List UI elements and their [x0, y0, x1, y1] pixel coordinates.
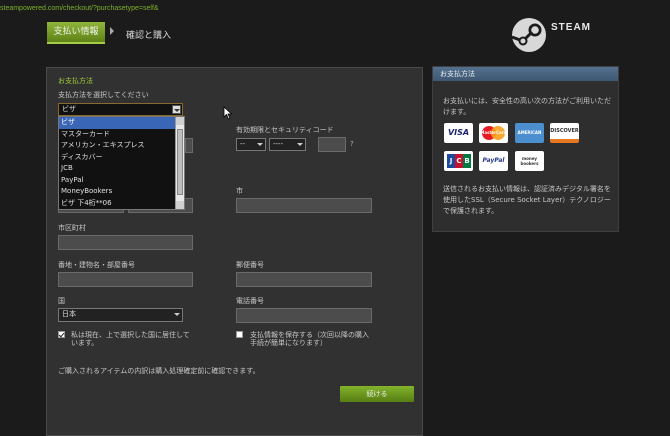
jcb-letter-b: B — [463, 154, 471, 168]
country-select[interactable]: 日本 — [58, 308, 183, 322]
payment-methods-sidebar: お支払方法 お支払いには、安全性の高い次の方法がご利用いただけます。 VISA … — [432, 66, 619, 232]
phone-input[interactable] — [236, 308, 372, 323]
town-label: 市区町村 — [58, 224, 86, 232]
method-label: 支払方法を選択してください — [58, 91, 149, 99]
address-input[interactable] — [58, 272, 193, 287]
mastercard-icon: MasterCard — [479, 123, 508, 143]
expiry-year-select[interactable]: ---- — [269, 138, 306, 151]
step-review-purchase: 確認と購入 — [126, 31, 172, 41]
payment-method-dropdown[interactable]: ビザ マスターカード アメリカン・エキスプレス ディスカバー JCB PayPa… — [58, 116, 185, 210]
scroll-up-icon[interactable] — [176, 117, 184, 125]
dropdown-scrollbar[interactable] — [175, 117, 184, 209]
mastercard-text: MasterCard — [480, 130, 507, 135]
mouse-cursor-icon — [223, 106, 233, 120]
discover-card-icon: DISCOVER — [550, 123, 579, 143]
resident-checkbox-label: 私は現在、上で選択した国に居住しています。 — [71, 331, 190, 347]
city-input[interactable] — [236, 198, 372, 213]
paypal-card-icon: PayPal — [479, 151, 508, 171]
expiry-month-value: -- — [240, 140, 246, 148]
payment-form-panel: お支払方法 支払方法を選択してください ビザ ビザ マスターカード アメリカン・… — [46, 67, 423, 436]
dropdown-option[interactable]: ビザ — [59, 117, 175, 129]
steam-logo-icon — [511, 18, 546, 52]
country-value: 日本 — [62, 310, 76, 318]
payment-method-selected: ビザ — [62, 105, 76, 113]
visa-card-icon: VISA — [444, 123, 473, 143]
jcb-letter-j: J — [447, 154, 455, 168]
dropdown-option[interactable]: PayPal — [59, 175, 175, 187]
scroll-down-icon[interactable] — [176, 201, 184, 209]
purchase-note: ご購入されるアイテムの内訳は購入処理確定前に確認できます。 — [58, 367, 260, 375]
chevron-down-icon — [172, 105, 181, 114]
step-arrow-icon — [110, 27, 114, 35]
expiry-label: 有効期限とセキュリティコード — [236, 126, 334, 134]
town-input[interactable] — [58, 235, 193, 250]
security-code-help-icon[interactable]: ? — [350, 140, 354, 148]
jcb-card-icon: J C B — [444, 151, 473, 171]
phone-label: 電話番号 — [236, 297, 264, 305]
steam-wordmark: STEAM — [551, 22, 591, 33]
expiry-month-select[interactable]: -- — [236, 138, 266, 151]
dropdown-option[interactable]: JCB — [59, 163, 175, 175]
dropdown-option[interactable]: ビザ 下4桁**06 — [59, 198, 175, 210]
step-payment-info: 支払い情報 — [47, 22, 105, 42]
dropdown-option[interactable]: MoneyBookers — [59, 186, 175, 198]
chevron-down-icon — [257, 143, 263, 146]
city-label: 市 — [236, 187, 243, 195]
moneybookers-card-icon: money bookers — [515, 151, 544, 171]
chevron-down-icon — [297, 143, 303, 146]
save-payment-checkbox-label: 支払情報を保存する（次回以降の購入手続が簡単になります） — [250, 331, 369, 347]
expiry-year-value: ---- — [273, 140, 284, 148]
country-label: 国 — [58, 297, 65, 305]
payment-method-select[interactable]: ビザ — [58, 103, 183, 116]
address-label: 番地・建物名・部屋番号 — [58, 261, 135, 269]
jcb-letter-c: C — [455, 154, 463, 168]
amex-card-icon: AMERICAN EXPRESS — [515, 123, 544, 143]
dropdown-option[interactable]: ディスカバー — [59, 152, 175, 164]
resident-checkbox[interactable] — [58, 331, 65, 338]
save-payment-checkbox[interactable] — [236, 331, 243, 338]
card-number-field-edge[interactable] — [185, 138, 193, 153]
dropdown-option[interactable]: マスターカード — [59, 129, 175, 141]
step-active-underline — [47, 42, 105, 44]
dropdown-option[interactable]: アメリカン・エキスプレス — [59, 140, 175, 152]
postal-code-input[interactable] — [236, 272, 372, 287]
security-code-input[interactable] — [318, 137, 346, 152]
section-title: お支払方法 — [58, 77, 93, 85]
chevron-down-icon — [174, 313, 180, 316]
scroll-thumb[interactable] — [177, 129, 183, 195]
continue-button[interactable]: 続ける — [340, 386, 414, 402]
url-bar-text: steampowered.com/checkout/?purchasetype=… — [0, 5, 159, 12]
sidebar-intro: お支払いには、安全性の高い次の方法がご利用いただけます。 — [443, 97, 611, 116]
postal-label: 郵便番号 — [236, 261, 264, 269]
sidebar-ssl-text: 送信されるお支払い情報は、認証済みデジタル署名を使用したSSL（Secure S… — [443, 185, 611, 215]
sidebar-title: お支払方法 — [433, 67, 618, 81]
